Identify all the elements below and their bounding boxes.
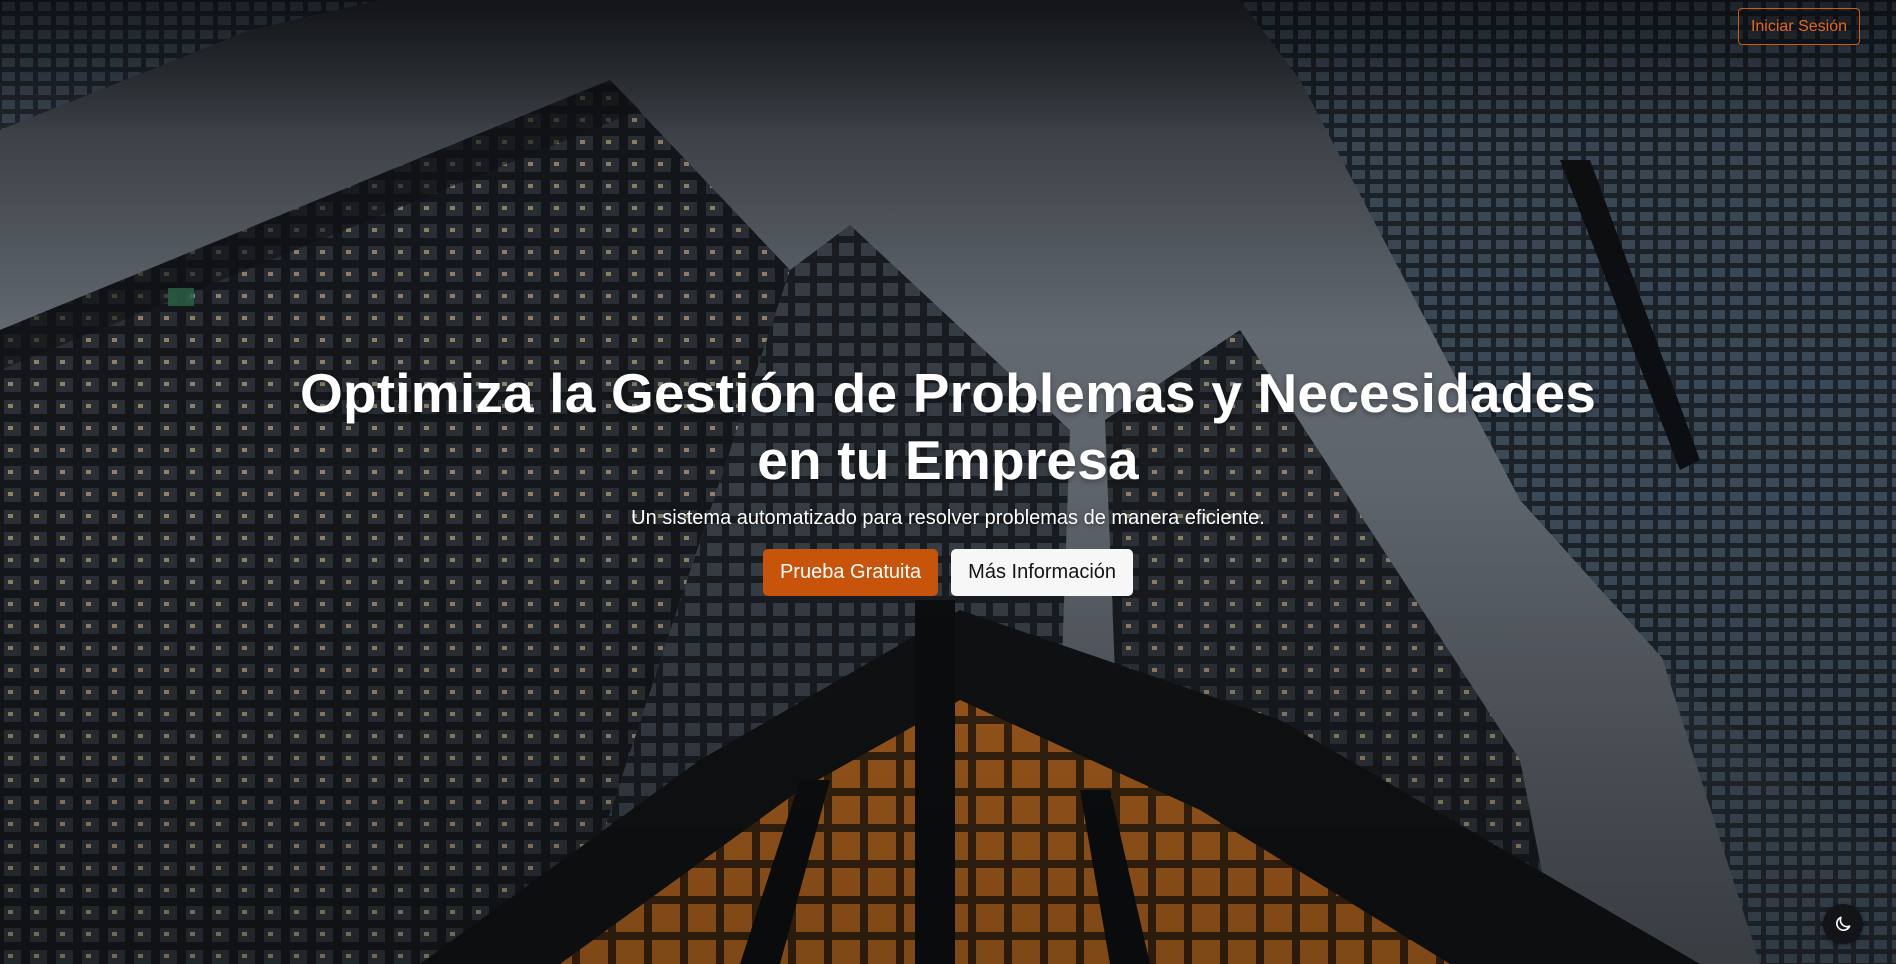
hero-subtitle: Un sistema automatizado para resolver pr… xyxy=(631,507,1265,529)
hero-actions: Prueba Gratuita Más Información xyxy=(0,549,1896,596)
moon-icon xyxy=(1836,916,1851,931)
more-info-button[interactable]: Más Información xyxy=(951,549,1134,596)
theme-toggle-button[interactable] xyxy=(1823,904,1863,944)
hero-title: Optimiza la Gestión de Problemas y Neces… xyxy=(299,362,1597,491)
hero-content: Optimiza la Gestión de Problemas y Neces… xyxy=(0,360,1896,596)
login-button[interactable]: Iniciar Sesión xyxy=(1737,8,1860,45)
free-trial-button[interactable]: Prueba Gratuita xyxy=(762,549,939,596)
hero-section: Iniciar Sesión Optimiza la Gestión de Pr… xyxy=(0,0,1896,964)
